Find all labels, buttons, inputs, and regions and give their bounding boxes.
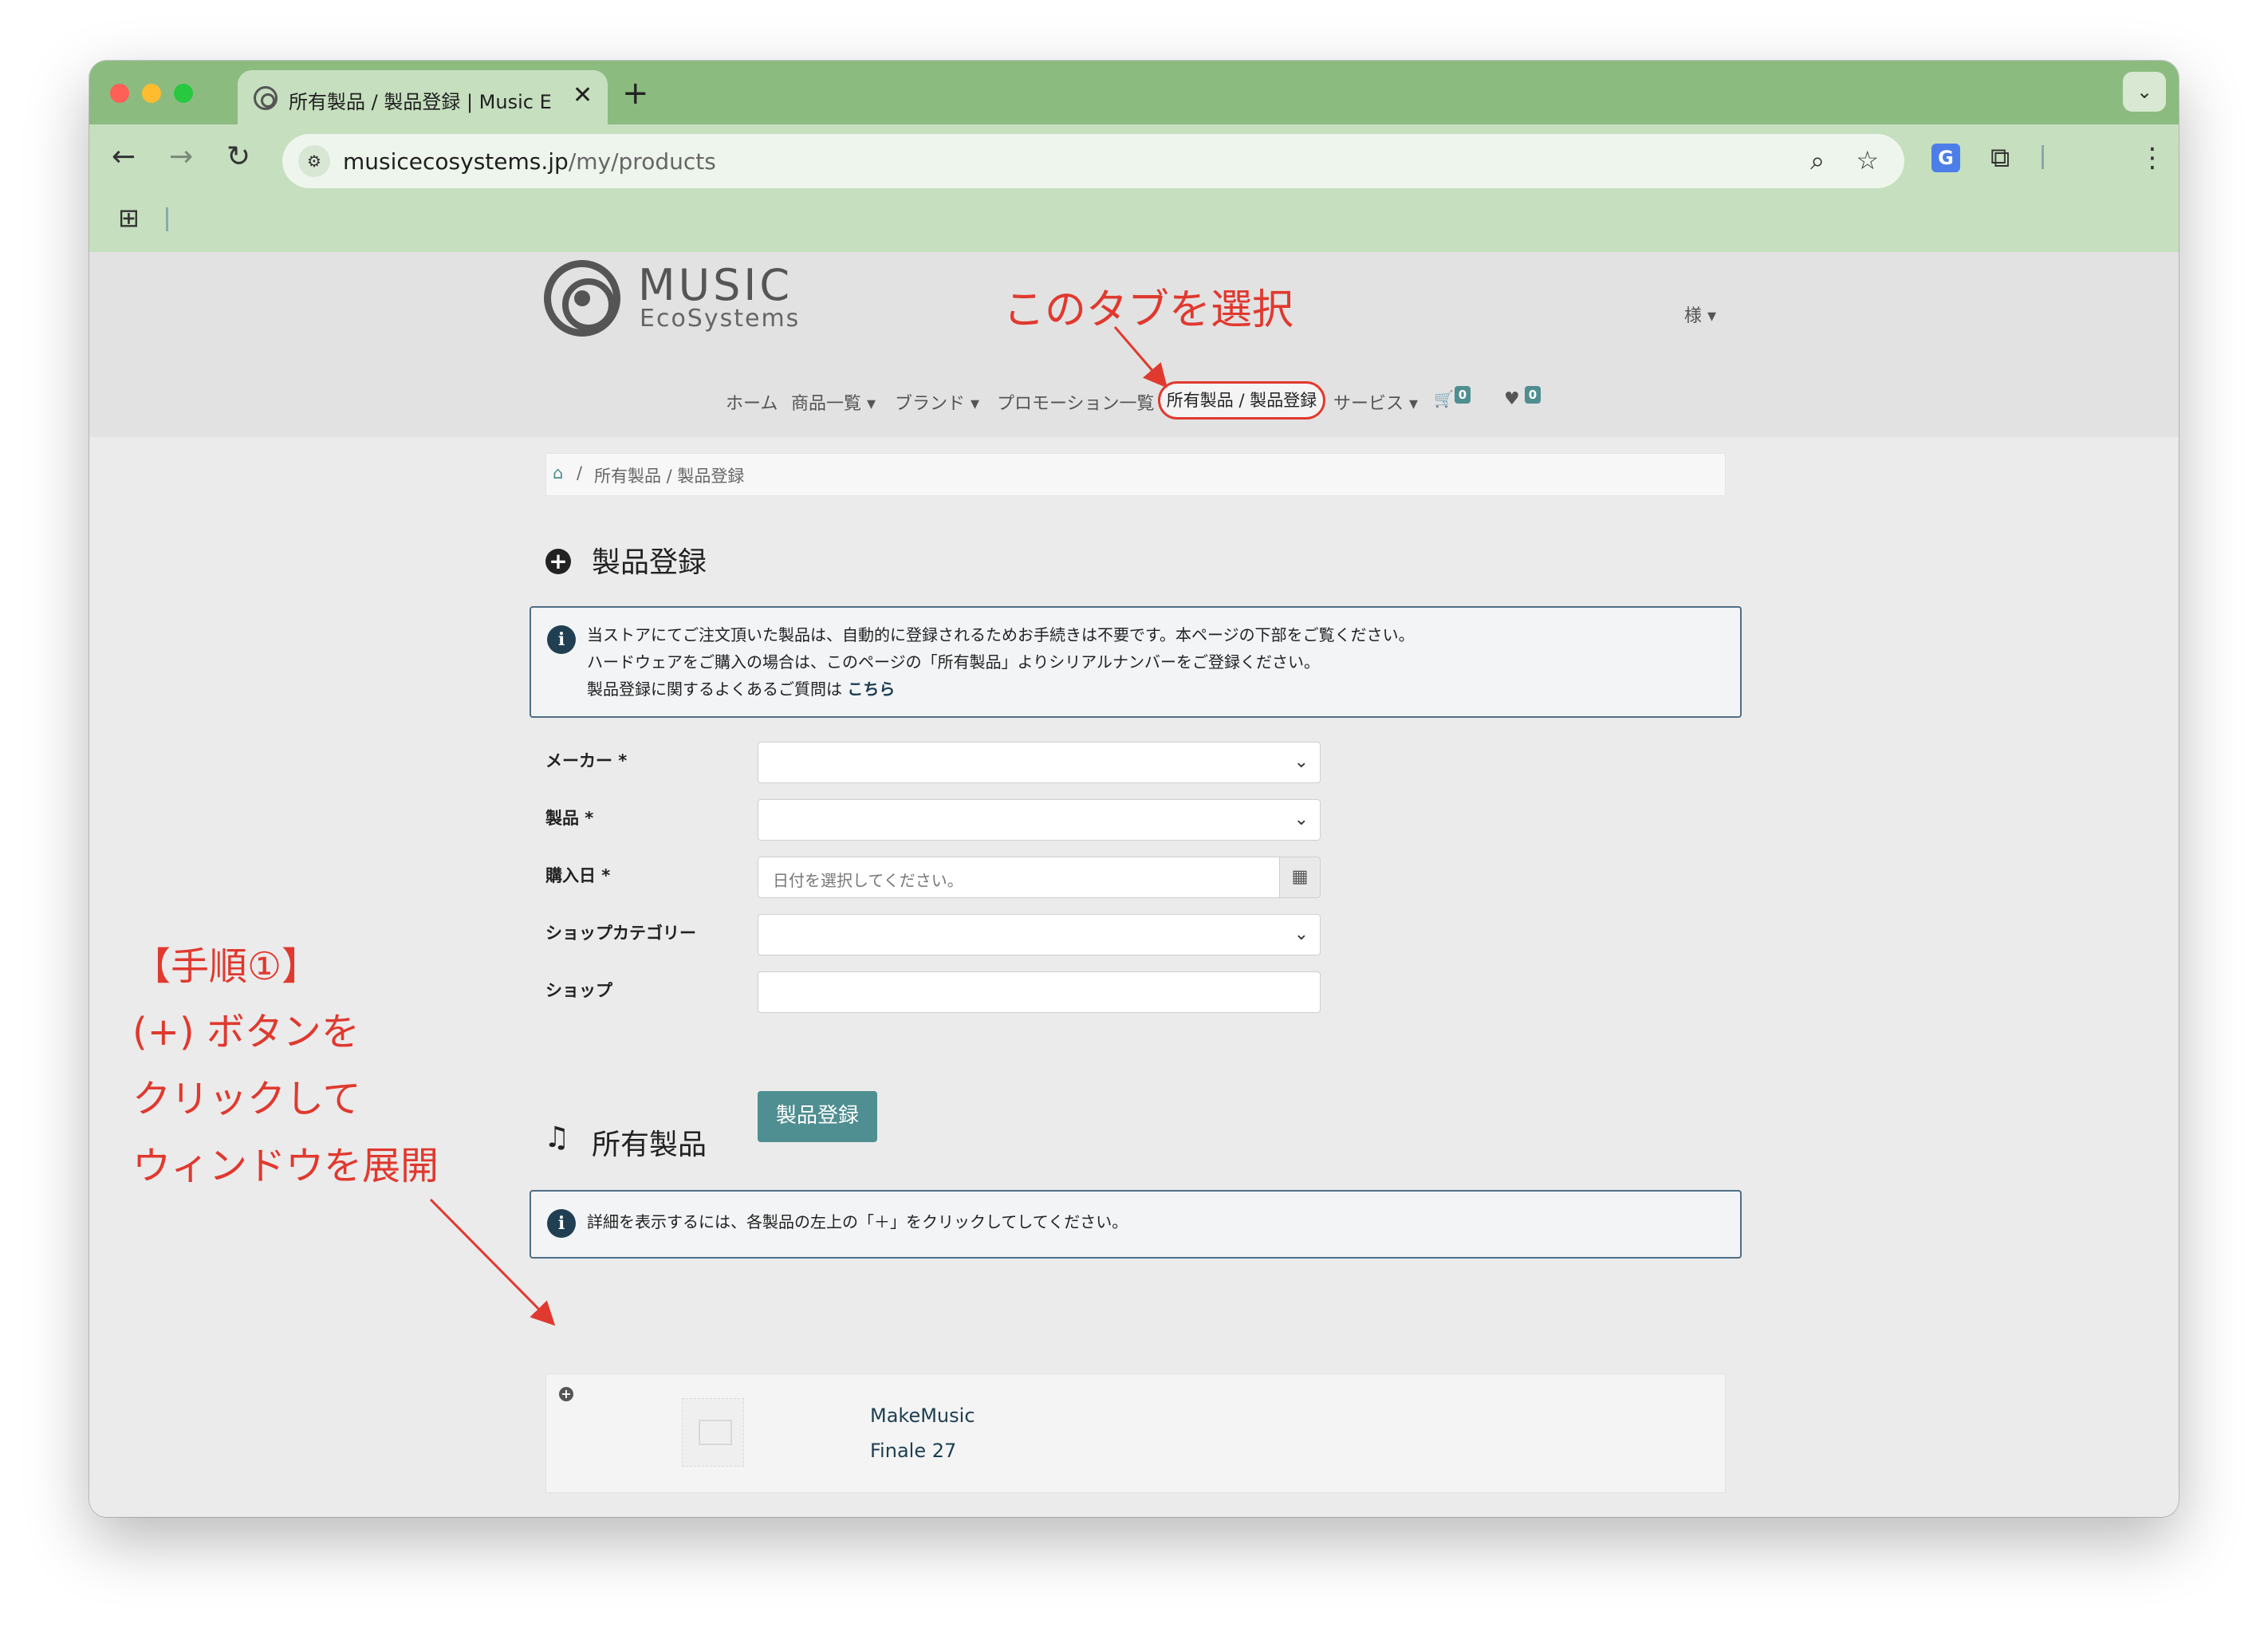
cart-count-badge: 0	[1455, 386, 1471, 404]
shop-label: ショップ	[545, 981, 612, 1000]
minimize-window-button[interactable]	[142, 84, 161, 103]
chevron-down-icon: ⌄	[1293, 924, 1309, 944]
browser-toolbar: ← → ↻ ⚙ musicecosystems.jp/my/products ⌕…	[89, 124, 2179, 252]
breadcrumb: ⌂ / 所有製品 / 製品登録	[545, 453, 1726, 496]
annotation-step-line2: クリックして	[132, 1077, 361, 1121]
maximize-window-button[interactable]	[174, 84, 193, 103]
music-note-icon: ♫	[544, 1121, 570, 1154]
annotation-step-line3: ウィンドウを展開	[132, 1144, 439, 1188]
browser-window: 所有製品 / 製品登録 | Music Eco ✕ + ⌄ ← → ↻ ⚙ mu…	[89, 61, 2179, 1517]
product-name[interactable]: Finale 27	[870, 1440, 956, 1462]
wishlist-count-badge: 0	[1525, 386, 1541, 404]
wishlist-heart-icon[interactable]: ♥	[1504, 389, 1520, 409]
reload-icon[interactable]: ↻	[226, 140, 250, 173]
nav-promotions[interactable]: プロモーション一覧	[997, 389, 1155, 415]
shop-category-label: ショップカテゴリー	[545, 924, 696, 943]
owned-section-title: 所有製品	[592, 1129, 707, 1161]
nav-services[interactable]: サービス ▾	[1333, 389, 1418, 415]
plus-circle-icon: +	[545, 549, 571, 574]
chevron-down-icon: ⌄	[1293, 752, 1309, 772]
shop-input[interactable]	[758, 971, 1321, 1013]
forward-arrow-icon[interactable]: →	[169, 140, 193, 173]
product-thumbnail	[682, 1398, 744, 1467]
annotation-step-title: 【手順①】	[132, 944, 321, 989]
info-line-3: 製品登録に関するよくあるご質問は こちら	[587, 676, 895, 699]
info-icon: i	[547, 625, 576, 654]
user-menu[interactable]: 様 ▾	[1684, 301, 1716, 327]
nav-home[interactable]: ホーム	[726, 389, 778, 415]
url-text[interactable]: musicecosystems.jp/my/products	[343, 148, 716, 175]
product-card: + MakeMusic Finale 27	[545, 1373, 1726, 1493]
purchase-date-label: 購入日 *	[545, 866, 611, 885]
shop-category-select[interactable]: ⌄	[758, 914, 1321, 955]
tab-close-icon[interactable]: ✕	[573, 81, 593, 109]
tab-search-chevron-icon[interactable]: ⌄	[2123, 72, 2166, 112]
register-section-title: 製品登録	[592, 546, 707, 579]
logo-text-music[interactable]: MUSIC	[638, 260, 793, 310]
url-domain: musicecosystems.jp	[343, 148, 569, 175]
purchase-date-input[interactable]: 日付を選択してください。	[758, 857, 1281, 898]
zoom-icon[interactable]: ⌕	[1810, 145, 1825, 176]
nav-brands[interactable]: ブランド ▾	[895, 389, 979, 415]
browser-menu-icon[interactable]: ⋮	[2139, 142, 2166, 174]
address-bar[interactable]: ⚙ musicecosystems.jp/my/products ⌕ ☆	[282, 134, 1904, 188]
breadcrumb-separator: /	[577, 463, 583, 483]
logo-text-ecosystems[interactable]: EcoSystems	[640, 305, 800, 333]
extensions-puzzle-icon[interactable]: ⧉	[1990, 142, 2010, 174]
info-line-2: ハードウェアをご購入の場合は、このページの「所有製品」よりシリアルナンバーをご登…	[587, 652, 1320, 672]
back-arrow-icon[interactable]: ←	[112, 140, 136, 173]
chevron-down-icon: ⌄	[1293, 810, 1309, 829]
bookmark-star-icon[interactable]: ☆	[1856, 145, 1879, 175]
site-info-icon[interactable]: ⚙	[298, 145, 330, 177]
site-favicon-icon	[254, 86, 278, 110]
cart-icon[interactable]: 🛒	[1434, 389, 1454, 408]
annotation-step-line1: (+) ボタンを	[132, 1010, 360, 1054]
nav-products[interactable]: 商品一覧 ▾	[791, 389, 876, 415]
tab-bar: 所有製品 / 製品登録 | Music Eco ✕ + ⌄	[89, 61, 2179, 124]
calendar-icon[interactable]: ▦	[1279, 857, 1321, 898]
info-icon: i	[547, 1209, 576, 1238]
faq-link[interactable]: こちら	[847, 680, 895, 699]
info-line-3-text: 製品登録に関するよくあるご質問は	[587, 680, 842, 699]
apps-grid-icon[interactable]: ⊞	[118, 203, 140, 233]
date-placeholder: 日付を選択してください。	[773, 871, 963, 890]
product-label: 製品 *	[545, 809, 594, 828]
active-tab[interactable]: 所有製品 / 製品登録 | Music Eco ✕	[238, 70, 608, 124]
url-path: /my/products	[568, 148, 716, 175]
product-select[interactable]: ⌄	[758, 799, 1321, 841]
breadcrumb-home-icon[interactable]: ⌂	[553, 463, 563, 483]
register-info-box: i 当ストアにてご注文頂いた製品は、自動的に登録されるためお手続きは不要です。本…	[530, 606, 1742, 718]
web-page: MUSIC EcoSystems 様 ▾ ホーム 商品一覧 ▾ ブランド ▾ プ…	[89, 252, 2179, 1517]
translate-extension-icon[interactable]: G	[1931, 144, 1960, 172]
info-line-1: 当ストアにてご注文頂いた製品は、自動的に登録されるためお手続きは不要です。本ペー…	[587, 625, 1415, 644]
breadcrumb-current: 所有製品 / 製品登録	[594, 467, 745, 486]
annotation-tab-hint: このタブを選択	[1003, 286, 1294, 334]
register-product-button[interactable]: 製品登録	[758, 1091, 877, 1142]
maker-label: メーカー *	[545, 751, 628, 770]
product-maker[interactable]: MakeMusic	[870, 1405, 975, 1427]
nav-owned-products[interactable]: 所有製品 / 製品登録	[1158, 381, 1325, 420]
bookmarks-divider	[166, 207, 168, 231]
expand-plus-icon[interactable]: +	[559, 1387, 573, 1401]
owned-info-text: 詳細を表示するには、各製品の左上の「＋」をクリックしてしてください。	[587, 1212, 1128, 1231]
owned-info-box: i 詳細を表示するには、各製品の左上の「＋」をクリックしてしてください。	[530, 1190, 1742, 1259]
maker-select[interactable]: ⌄	[758, 742, 1321, 783]
toolbar-divider	[2042, 145, 2044, 169]
music-ecosystems-logo-icon[interactable]	[544, 260, 620, 337]
close-window-button[interactable]	[110, 84, 129, 103]
tab-title: 所有製品 / 製品登録 | Music Eco	[289, 91, 552, 113]
new-tab-icon[interactable]: +	[622, 75, 649, 112]
